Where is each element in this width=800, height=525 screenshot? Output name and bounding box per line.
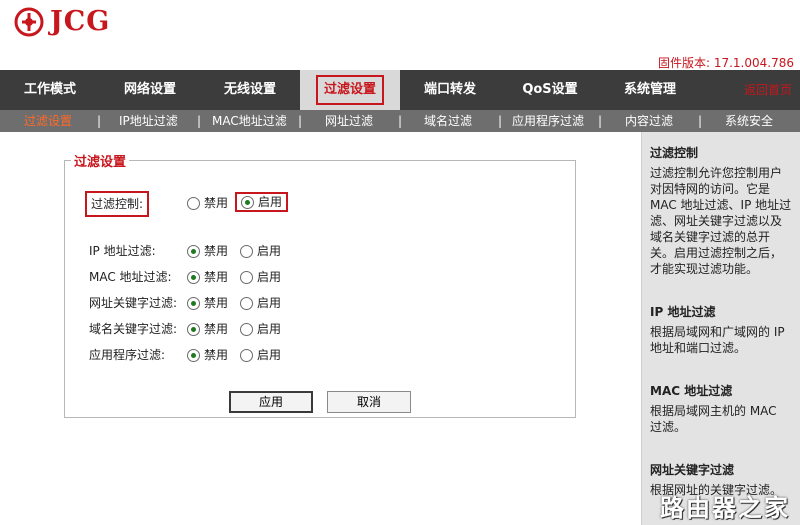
nav-item-network[interactable]: 网络设置 <box>100 70 200 110</box>
nav-item-filter[interactable]: 过滤设置 <box>300 70 400 110</box>
ip-filter-off-option[interactable]: 禁用 <box>187 241 228 261</box>
radio-icon[interactable] <box>187 296 200 310</box>
radio-icon[interactable] <box>240 270 253 284</box>
radio-icon[interactable] <box>240 296 253 310</box>
cancel-button[interactable]: 取消 <box>327 391 411 413</box>
help-sidebar: 过滤控制 过滤控制允许您控制用户对因特网的访问。它是MAC 地址过滤、IP 地址… <box>641 132 800 525</box>
home-link[interactable]: 返回首页 <box>744 70 792 110</box>
header: JCG 固件版本: 17.1.004.786 <box>0 0 800 70</box>
subnav-item-url-filter[interactable]: 网址过滤 <box>325 110 373 132</box>
subnav-separator: | <box>698 114 703 128</box>
app-filter-label: 应用程序过滤: <box>89 348 166 362</box>
subnav-separator: | <box>398 114 403 128</box>
nav-item-wireless[interactable]: 无线设置 <box>200 70 300 110</box>
help-title-mac-filter: MAC 地址过滤 <box>650 384 733 398</box>
help-text-filter-control: 过滤控制允许您控制用户对因特网的访问。它是MAC 地址过滤、IP 地址过滤、网址… <box>650 166 792 276</box>
main-content: 过滤设置 过滤控制: 禁用 启用 IP 地址过滤: 禁用 启用 MAC 地址过滤… <box>0 132 640 525</box>
radio-icon[interactable] <box>187 322 200 336</box>
subnav-separator: | <box>598 114 603 128</box>
domain-keyword-filter-label: 域名关键字过滤: <box>89 322 178 336</box>
radio-icon[interactable] <box>240 348 253 362</box>
help-title-ip-filter: IP 地址过滤 <box>650 305 716 319</box>
domain-keyword-filter-on-option[interactable]: 启用 <box>240 319 281 339</box>
main-nav: 工作模式 网络设置 无线设置 过滤设置 端口转发 QoS设置 系统管理 返回首页 <box>0 70 800 110</box>
help-title-filter-control: 过滤控制 <box>650 146 699 160</box>
subnav-item-content-filter[interactable]: 内容过滤 <box>625 110 673 132</box>
app-filter-row: 应用程序过滤: 禁用 启用 <box>65 345 575 365</box>
radio-icon[interactable] <box>240 322 253 336</box>
help-text-ip-filter: 根据局域网和广域网的 IP 地址和端口过滤。 <box>650 325 785 355</box>
subnav-item-security[interactable]: 系统安全 <box>725 110 773 132</box>
subnav-item-ip-filter[interactable]: IP地址过滤 <box>119 110 178 132</box>
radio-icon[interactable] <box>241 195 254 209</box>
domain-keyword-filter-row: 域名关键字过滤: 禁用 启用 <box>65 319 575 339</box>
mac-filter-row: MAC 地址过滤: 禁用 启用 <box>65 267 575 287</box>
url-keyword-filter-off-option[interactable]: 禁用 <box>187 293 228 313</box>
nav-item-qos[interactable]: QoS设置 <box>500 70 600 110</box>
app-filter-off-option[interactable]: 禁用 <box>187 345 228 365</box>
brand-logo[interactable]: JCG <box>14 6 110 37</box>
logo-text: JCG <box>50 6 111 37</box>
filter-control-label: 过滤控制: <box>85 191 150 217</box>
nav-item-port-forward[interactable]: 端口转发 <box>400 70 500 110</box>
url-keyword-filter-row: 网址关键字过滤: 禁用 启用 <box>65 293 575 313</box>
domain-keyword-filter-off-option[interactable]: 禁用 <box>187 319 228 339</box>
subnav-separator: | <box>498 114 503 128</box>
filter-control-row: 过滤控制: 禁用 启用 <box>65 191 575 217</box>
radio-icon[interactable] <box>187 270 200 284</box>
filter-settings-panel: 过滤设置 过滤控制: 禁用 启用 IP 地址过滤: 禁用 启用 MAC 地址过滤… <box>64 151 576 418</box>
help-text-mac-filter: 根据局域网主机的 MAC 过滤。 <box>650 404 777 434</box>
mac-filter-on-option[interactable]: 启用 <box>240 267 281 287</box>
app-filter-on-option[interactable]: 启用 <box>240 345 281 365</box>
radio-icon[interactable] <box>187 196 200 210</box>
subnav-separator: | <box>97 114 102 128</box>
mac-filter-label: MAC 地址过滤: <box>89 270 172 284</box>
sub-nav: 过滤设置 | IP地址过滤 | MAC地址过滤 | 网址过滤 | 域名过滤 | … <box>0 110 800 132</box>
radio-icon[interactable] <box>187 348 200 362</box>
filter-control-on-option[interactable]: 启用 <box>235 192 289 212</box>
subnav-item-app-filter[interactable]: 应用程序过滤 <box>512 110 584 132</box>
radio-icon[interactable] <box>187 244 200 258</box>
watermark: 路由器之家 <box>660 494 790 522</box>
nav-item-work-mode[interactable]: 工作模式 <box>0 70 100 110</box>
apply-button[interactable]: 应用 <box>229 391 313 413</box>
panel-title: 过滤设置 <box>71 151 130 170</box>
ip-filter-label: IP 地址过滤: <box>89 244 156 258</box>
subnav-item-filter-settings[interactable]: 过滤设置 <box>24 110 72 132</box>
ip-filter-row: IP 地址过滤: 禁用 启用 <box>65 241 575 261</box>
jcg-logo-icon <box>14 7 44 36</box>
subnav-item-domain-filter[interactable]: 域名过滤 <box>424 110 472 132</box>
radio-icon[interactable] <box>240 244 253 258</box>
subnav-separator: | <box>298 114 303 128</box>
url-keyword-filter-label: 网址关键字过滤: <box>89 296 178 310</box>
nav-item-system[interactable]: 系统管理 <box>600 70 700 110</box>
subnav-item-mac-filter[interactable]: MAC地址过滤 <box>212 110 287 132</box>
mac-filter-off-option[interactable]: 禁用 <box>187 267 228 287</box>
firmware-version: 固件版本: 17.1.004.786 <box>657 56 794 70</box>
url-keyword-filter-on-option[interactable]: 启用 <box>240 293 281 313</box>
filter-control-off-option[interactable]: 禁用 <box>187 193 228 213</box>
help-title-url-keyword: 网址关键字过滤 <box>650 463 735 477</box>
ip-filter-on-option[interactable]: 启用 <box>240 241 281 261</box>
subnav-separator: | <box>197 114 202 128</box>
